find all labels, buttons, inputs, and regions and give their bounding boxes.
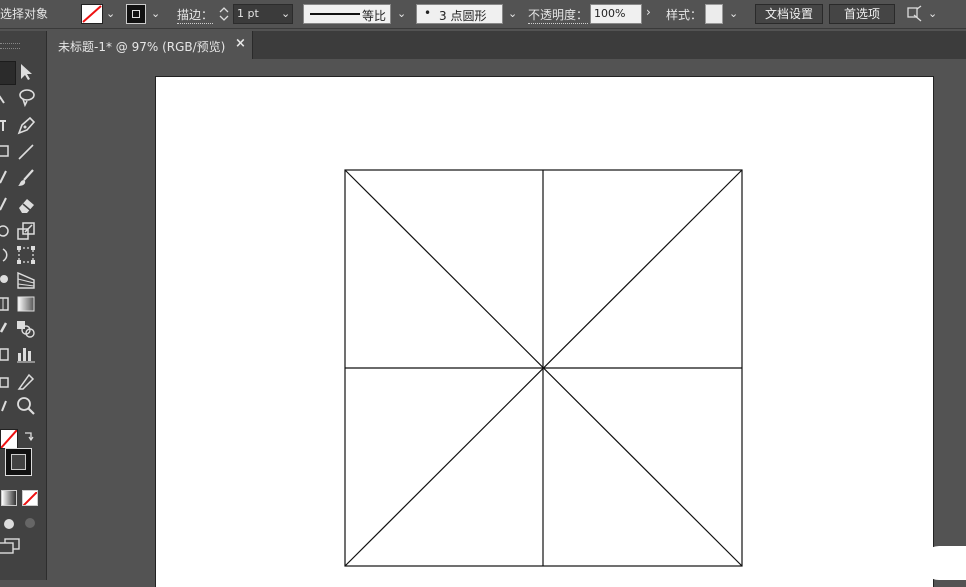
draw-normal-icon[interactable] [1,515,17,531]
lasso-tool-icon[interactable] [15,87,37,109]
column-graph-tool-icon[interactable] [15,343,37,365]
none-slash-icon [1,430,17,448]
scale-tool-icon[interactable] [15,220,37,242]
eraser-tool-icon[interactable] [15,194,37,216]
free-transform-tool-icon[interactable] [15,244,37,266]
grid-square-drawing[interactable] [344,169,743,567]
artboard-tool-icon[interactable] [0,371,14,393]
shape-builder-tool-icon[interactable] [0,269,14,291]
none-mode-icon[interactable] [22,490,38,506]
opacity-expand-icon[interactable]: › [646,5,651,19]
brush-definition-dropdown[interactable]: • 3 点圆形 [416,4,503,24]
corner-badge [922,546,966,580]
width-tool-icon[interactable] [0,244,14,266]
rotate-tool-icon[interactable] [0,220,14,242]
shaper-tool-icon[interactable] [0,167,14,189]
selection-label: 选择对象 [0,7,49,21]
type-tool-icon[interactable] [0,115,14,137]
blend-tool-icon[interactable] [15,318,37,340]
pencil-tool-icon[interactable] [0,194,14,216]
fill-dropdown-chevron-icon[interactable]: ⌄ [106,7,115,20]
opacity-field[interactable]: 100% [590,4,642,24]
width-profile-chevron-icon[interactable]: ⌄ [397,7,406,20]
mesh-tool-icon[interactable] [0,293,14,315]
document-tab-title: 未标题-1* @ 97% (RGB/预览) [58,40,226,54]
zoom-tool-icon[interactable] [15,395,37,417]
direct-selection-tool-icon[interactable] [15,61,37,83]
draw-behind-icon[interactable] [22,515,38,531]
stroke-weight-stepper-icon[interactable] [217,4,231,24]
toolbox-grip[interactable] [0,43,20,49]
no-fill-icon [82,5,102,23]
gradient-mode-icon[interactable] [1,490,17,506]
paintbrush-tool-icon[interactable] [15,167,37,189]
line-segment-tool-icon[interactable] [15,141,37,163]
graphic-style-swatch[interactable] [705,4,723,24]
document-tab[interactable]: 未标题-1* @ 97% (RGB/预览) × [48,31,253,59]
artboard[interactable] [156,77,933,587]
rectangle-tool-icon[interactable] [0,141,14,163]
tools-panel [0,31,47,580]
fill-swatch[interactable] [81,4,103,24]
align-panel-chevron-icon[interactable]: ⌄ [928,7,937,20]
brush-chevron-icon[interactable]: ⌄ [508,7,517,20]
stroke-dropdown-chevron-icon[interactable]: ⌄ [151,7,160,20]
stroke-swatch[interactable] [126,4,146,24]
magic-wand-tool-icon[interactable] [0,87,14,109]
symbol-sprayer-tool-icon[interactable] [0,343,14,365]
control-bar: 选择对象 ⌄ ⌄ 描边： 1 pt ⌄ 等比 ⌄ • 3 点圆形 ⌄ 不透明度：… [0,0,966,29]
screen-mode-icon[interactable] [0,537,22,555]
selection-tool-icon[interactable] [0,61,16,85]
swap-fill-stroke-icon[interactable] [22,427,36,442]
close-tab-icon[interactable]: × [235,36,246,51]
hand-tool-icon[interactable] [0,395,14,417]
graphic-style-chevron-icon[interactable]: ⌄ [729,7,738,20]
document-tab-bar: 未标题-1* @ 97% (RGB/预览) × [48,31,966,59]
perspective-grid-tool-icon[interactable] [15,269,37,291]
document-setup-button[interactable]: 文档设置 [755,4,823,24]
slice-tool-icon[interactable] [15,371,37,393]
drawing-layer [344,169,743,567]
gradient-tool-icon[interactable] [15,293,37,315]
eyedropper-tool-icon[interactable] [0,318,14,340]
align-panel-icon[interactable] [905,5,925,23]
stroke-label[interactable]: 描边： [177,6,214,24]
stroke-color-box[interactable] [5,448,32,476]
preferences-button[interactable]: 首选项 [829,4,895,24]
opacity-label[interactable]: 不透明度： [528,6,589,24]
fill-color-box[interactable] [0,429,18,449]
pen-tool-icon[interactable] [15,115,37,137]
style-label: 样式： [666,8,703,22]
stroke-weight-chevron-icon[interactable]: ⌄ [281,7,290,20]
width-profile-dropdown[interactable]: 等比 [303,4,391,24]
